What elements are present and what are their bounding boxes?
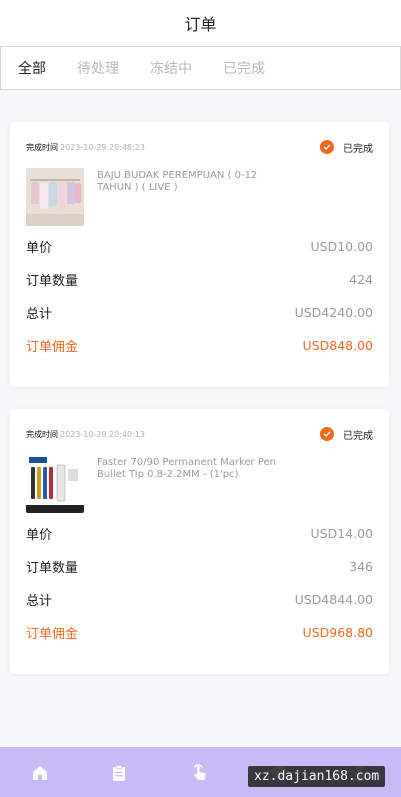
product-name: BAJU BUDAK PEREMPUAN ( 0-12 TAHUN ) ( LI… bbox=[97, 170, 258, 193]
tab-frozen[interactable]: 冻结中 bbox=[150, 58, 192, 78]
page-title: 订单 bbox=[184, 15, 217, 34]
completion-time: 完成时间 2023-10-29 20:40:13 bbox=[26, 429, 145, 440]
unit-price-row: 单价 USD14.00 bbox=[26, 517, 373, 550]
product-name: Faster 70/90 Permanent Marker Pen Bullet… bbox=[97, 457, 276, 480]
order-card[interactable]: 完成时间 2023-10-29 20:40:13 已完成 Faster 70/9… bbox=[10, 409, 389, 674]
total-value: USD4240.00 bbox=[294, 305, 373, 320]
status-badge: 已完成 bbox=[320, 427, 373, 442]
home-icon[interactable] bbox=[30, 763, 50, 783]
completion-time-value: 2023-10-29 20:48:23 bbox=[60, 142, 145, 152]
status-text: 已完成 bbox=[343, 430, 373, 442]
unit-price-value: USD14.00 bbox=[310, 526, 374, 541]
unit-price-label: 单价 bbox=[26, 528, 53, 543]
completion-time-label: 完成时间 bbox=[26, 142, 58, 152]
watermark-text: xz.dajian168.com bbox=[248, 766, 386, 787]
quantity-row: 订单数量 424 bbox=[26, 263, 373, 296]
order-list: 完成时间 2023-10-29 20:48:23 已完成 BAJU BUDAK … bbox=[0, 90, 401, 674]
product-info: Faster 70/90 Permanent Marker Pen Bullet… bbox=[26, 455, 373, 517]
total-row: 总计 USD4240.00 bbox=[26, 296, 373, 329]
total-label: 总计 bbox=[26, 307, 53, 322]
completion-time-value: 2023-10-29 20:40:13 bbox=[60, 429, 145, 439]
product-image bbox=[26, 168, 84, 226]
total-row: 总计 USD4844.00 bbox=[26, 583, 373, 616]
quantity-label: 订单数量 bbox=[26, 274, 79, 289]
tab-all[interactable]: 全部 bbox=[18, 58, 46, 78]
commission-value: USD848.00 bbox=[302, 338, 373, 353]
commission-row: 订单佣金 USD968.80 bbox=[26, 616, 373, 649]
order-card[interactable]: 完成时间 2023-10-29 20:48:23 已完成 BAJU BUDAK … bbox=[10, 122, 389, 387]
commission-value: USD968.80 bbox=[302, 625, 373, 640]
unit-price-value: USD10.00 bbox=[310, 239, 374, 254]
status-text: 已完成 bbox=[343, 143, 373, 155]
order-header: 完成时间 2023-10-29 20:48:23 已完成 bbox=[26, 122, 373, 168]
top-bar: 订单 bbox=[0, 0, 401, 46]
tab-pending[interactable]: 待处理 bbox=[77, 58, 119, 78]
order-tabs: 全部 待处理 冻结中 已完成 bbox=[0, 46, 401, 90]
check-circle-icon bbox=[320, 140, 334, 154]
quantity-value: 346 bbox=[349, 559, 373, 574]
order-header: 完成时间 2023-10-29 20:40:13 已完成 bbox=[26, 409, 373, 455]
quantity-label: 订单数量 bbox=[26, 561, 79, 576]
commission-row: 订单佣金 USD848.00 bbox=[26, 329, 373, 362]
product-info: BAJU BUDAK PEREMPUAN ( 0-12 TAHUN ) ( LI… bbox=[26, 168, 373, 230]
tap-hand-icon[interactable] bbox=[190, 763, 210, 783]
status-badge: 已完成 bbox=[320, 140, 373, 155]
total-value: USD4844.00 bbox=[294, 592, 373, 607]
commission-label: 订单佣金 bbox=[26, 627, 79, 642]
bottom-nav: xz.dajian168.com bbox=[0, 747, 401, 797]
tab-completed[interactable]: 已完成 bbox=[223, 58, 265, 78]
product-image bbox=[26, 455, 84, 513]
completion-time: 完成时间 2023-10-29 20:48:23 bbox=[26, 142, 145, 153]
clipboard-icon[interactable] bbox=[109, 763, 129, 783]
commission-label: 订单佣金 bbox=[26, 340, 79, 355]
quantity-value: 424 bbox=[349, 272, 373, 287]
check-circle-icon bbox=[320, 427, 334, 441]
completion-time-label: 完成时间 bbox=[26, 429, 58, 439]
unit-price-label: 单价 bbox=[26, 241, 53, 256]
unit-price-row: 单价 USD10.00 bbox=[26, 230, 373, 263]
quantity-row: 订单数量 346 bbox=[26, 550, 373, 583]
total-label: 总计 bbox=[26, 594, 53, 609]
